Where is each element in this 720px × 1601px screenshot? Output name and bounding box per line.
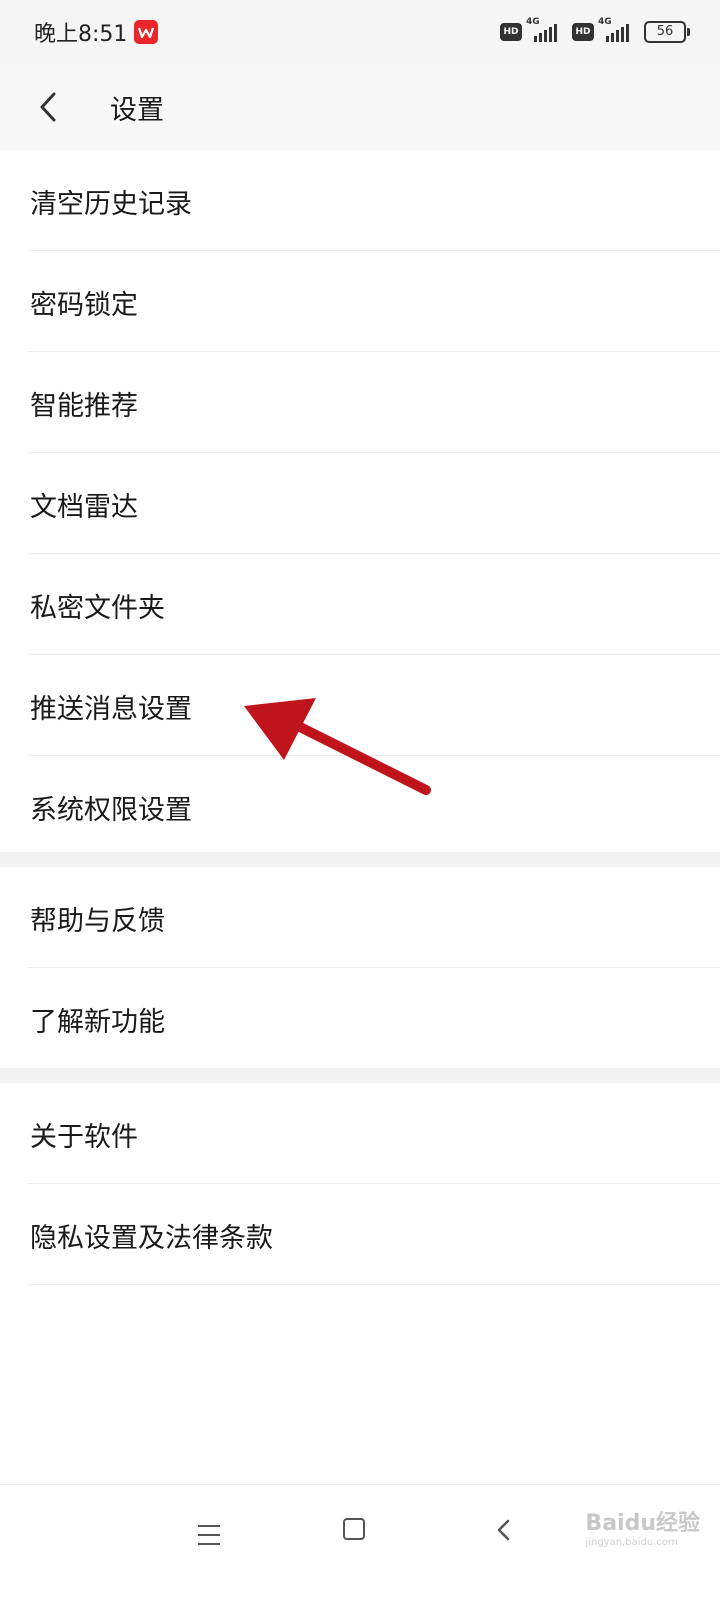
watermark: Baidu经验 jingyan.baidu.com xyxy=(585,1505,700,1548)
setting-label: 了解新功能 xyxy=(30,1007,165,1038)
system-nav-bar: Baidu经验 jingyan.baidu.com xyxy=(0,1484,720,1601)
status-icons: HD 4G HD 4G 56 xyxy=(500,17,690,44)
setting-new-features[interactable]: 了解新功能 xyxy=(28,968,720,1068)
setting-label: 关于软件 xyxy=(30,1122,138,1153)
setting-label: 私密文件夹 xyxy=(30,593,165,624)
back-button[interactable] xyxy=(28,82,78,132)
settings-group-2: 帮助与反馈 了解新功能 xyxy=(0,867,720,1068)
setting-label: 帮助与反馈 xyxy=(30,906,165,937)
status-bar: 晚上8:51 HD 4G HD 4G 56 xyxy=(0,0,720,64)
home-icon[interactable] xyxy=(343,1518,365,1540)
app-header: 设置 xyxy=(0,64,720,151)
setting-label: 智能推荐 xyxy=(30,391,138,422)
setting-label: 文档雷达 xyxy=(30,492,138,523)
status-time: 晚上8:51 xyxy=(34,22,128,47)
settings-group-3: 关于软件 隐私设置及法律条款 xyxy=(0,1083,720,1285)
signal-icon-1: 4G xyxy=(526,17,558,44)
setting-label: 清空历史记录 xyxy=(30,189,192,220)
hd-badge-2: HD xyxy=(572,23,594,41)
setting-clear-history[interactable]: 清空历史记录 xyxy=(28,150,720,251)
annotation-arrow-icon xyxy=(244,698,431,795)
chevron-left-icon xyxy=(40,92,56,122)
hd-badge-1: HD xyxy=(500,23,522,41)
setting-help-feedback[interactable]: 帮助与反馈 xyxy=(28,867,720,968)
group-divider-1 xyxy=(0,852,720,867)
watermark-text: Baidu经验 xyxy=(585,1511,700,1536)
signal-icon-2: 4G xyxy=(598,17,630,44)
setting-label: 系统权限设置 xyxy=(30,795,192,826)
setting-smart-recommend[interactable]: 智能推荐 xyxy=(28,352,720,453)
setting-password-lock[interactable]: 密码锁定 xyxy=(28,251,720,352)
setting-label: 推送消息设置 xyxy=(30,694,192,725)
group-divider-2 xyxy=(0,1068,720,1083)
page-title: 设置 xyxy=(110,95,164,126)
setting-privacy-legal[interactable]: 隐私设置及法律条款 xyxy=(28,1184,720,1285)
wps-app-icon xyxy=(134,20,158,44)
setting-doc-radar[interactable]: 文档雷达 xyxy=(28,453,720,554)
watermark-url: jingyan.baidu.com xyxy=(585,1537,678,1548)
setting-about[interactable]: 关于软件 xyxy=(28,1083,720,1184)
setting-private-folder[interactable]: 私密文件夹 xyxy=(28,554,720,655)
nav-back-icon[interactable] xyxy=(494,1515,514,1545)
battery-icon: 56 xyxy=(644,21,690,43)
menu-icon[interactable] xyxy=(198,1525,220,1552)
setting-label: 隐私设置及法律条款 xyxy=(30,1223,273,1254)
setting-label: 密码锁定 xyxy=(30,290,138,321)
